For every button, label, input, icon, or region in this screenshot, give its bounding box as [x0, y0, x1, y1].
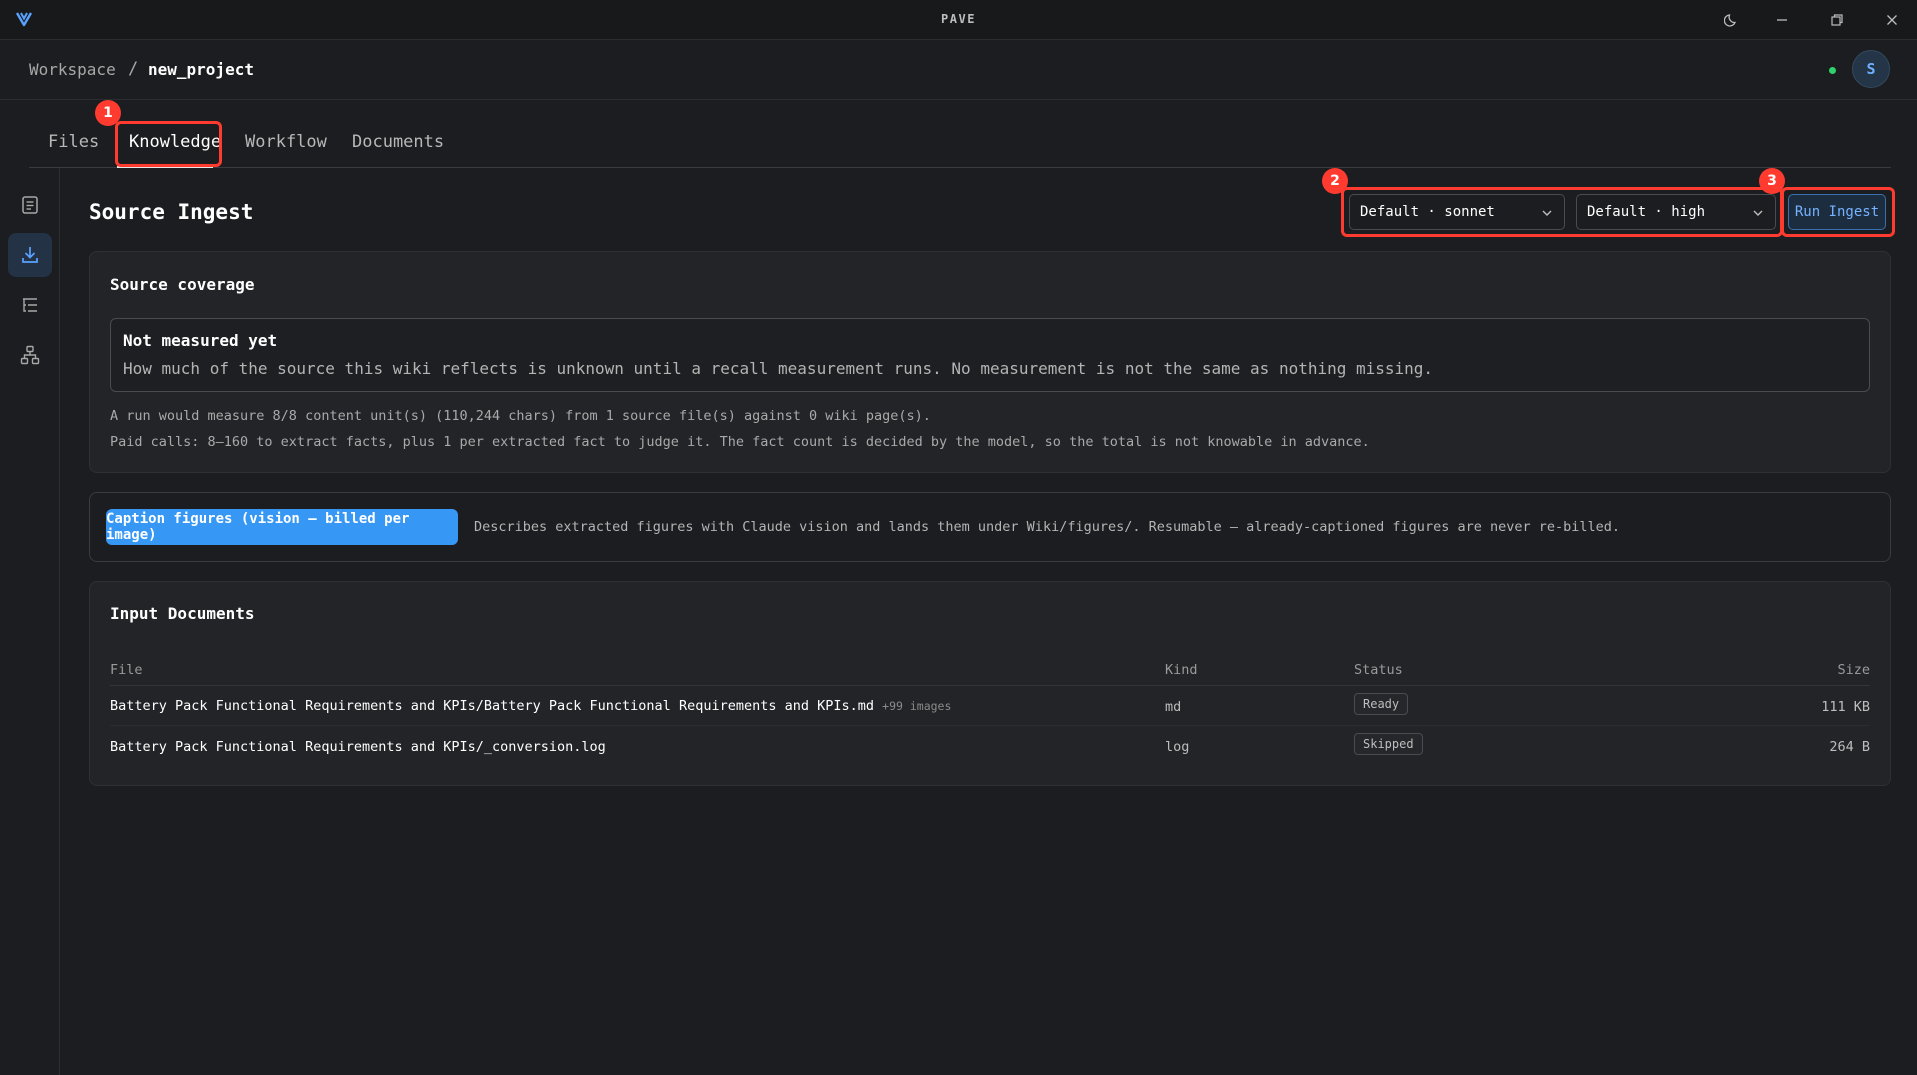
rail-hierarchy-button[interactable] — [8, 333, 52, 377]
page-title: Source Ingest — [89, 200, 254, 224]
tab-files[interactable]: Files — [48, 132, 99, 152]
breadcrumb-workspace[interactable]: Workspace — [29, 60, 116, 79]
coverage-note-measure: A run would measure 8/8 content unit(s) … — [110, 408, 931, 424]
avatar[interactable]: S — [1852, 50, 1890, 88]
caption-figures-button[interactable]: Caption figures (vision — billed per ima… — [106, 509, 458, 545]
table-divider — [110, 685, 1870, 686]
coverage-status-text: How much of the source this wiki reflect… — [123, 359, 1434, 378]
column-header-size[interactable]: Size — [1837, 662, 1870, 678]
tab-workflow[interactable]: Workflow — [245, 132, 327, 152]
caption-figures-card: Caption figures (vision — billed per ima… — [89, 492, 1891, 562]
input-documents-card: Input Documents File Kind Status Size Ba… — [89, 581, 1891, 786]
highlight-box-2 — [1341, 187, 1783, 237]
row-file-name[interactable]: Battery Pack Functional Requirements and… — [110, 739, 606, 755]
hierarchy-icon — [20, 345, 40, 365]
title-bar: PAVE — [0, 0, 1917, 40]
source-coverage-card: Source coverage Not measured yet How muc… — [89, 251, 1891, 473]
tab-bar: Files Knowledge Workflow Documents — [29, 100, 1891, 168]
close-icon[interactable] — [1881, 9, 1903, 31]
coverage-status-box: Not measured yet How much of the source … — [110, 318, 1870, 392]
column-header-file[interactable]: File — [110, 662, 143, 678]
highlight-box-3 — [1781, 187, 1895, 237]
rail-ingest-button[interactable] — [8, 233, 52, 277]
column-header-kind[interactable]: Kind — [1165, 662, 1198, 678]
row-size: 111 KB — [1821, 699, 1870, 715]
status-badge: Ready — [1354, 693, 1409, 715]
annotation-badge-3: 3 — [1759, 168, 1785, 194]
breadcrumb-project: new_project — [148, 60, 254, 79]
annotation-badge-2: 2 — [1322, 168, 1348, 194]
breadcrumb: Workspace / new_project — [0, 40, 1917, 100]
minimize-icon[interactable] — [1771, 9, 1793, 31]
table-divider — [110, 725, 1870, 726]
column-header-status[interactable]: Status — [1354, 662, 1403, 678]
breadcrumb-separator: / — [128, 59, 139, 79]
input-documents-title: Input Documents — [110, 604, 255, 623]
document-icon — [22, 196, 38, 214]
coverage-note-calls: Paid calls: 8–160 to extract facts, plus… — [110, 434, 1370, 450]
source-coverage-title: Source coverage — [110, 275, 255, 294]
row-extra-images: +99 images — [882, 699, 952, 713]
app-title: PAVE — [941, 12, 976, 26]
tab-documents[interactable]: Documents — [352, 132, 444, 152]
list-tree-icon — [23, 298, 37, 312]
rail-document-button[interactable] — [8, 183, 52, 227]
download-icon — [22, 247, 38, 263]
highlight-box-1 — [115, 121, 222, 167]
row-kind: md — [1165, 699, 1182, 715]
row-size: 264 B — [1829, 739, 1870, 755]
caption-figures-description: Describes extracted figures with Claude … — [474, 519, 1621, 535]
row-file-name[interactable]: Battery Pack Functional Requirements and… — [110, 698, 951, 714]
rail-list-button[interactable] — [8, 283, 52, 327]
status-badge: Skipped — [1354, 733, 1423, 755]
left-rail — [0, 168, 60, 1075]
annotation-badge-1: 1 — [95, 100, 121, 126]
theme-toggle-moon-icon[interactable] — [1721, 9, 1743, 31]
online-status-dot — [1829, 67, 1836, 74]
row-kind: log — [1165, 739, 1190, 755]
coverage-status-heading: Not measured yet — [123, 331, 278, 350]
restore-icon[interactable] — [1826, 9, 1848, 31]
